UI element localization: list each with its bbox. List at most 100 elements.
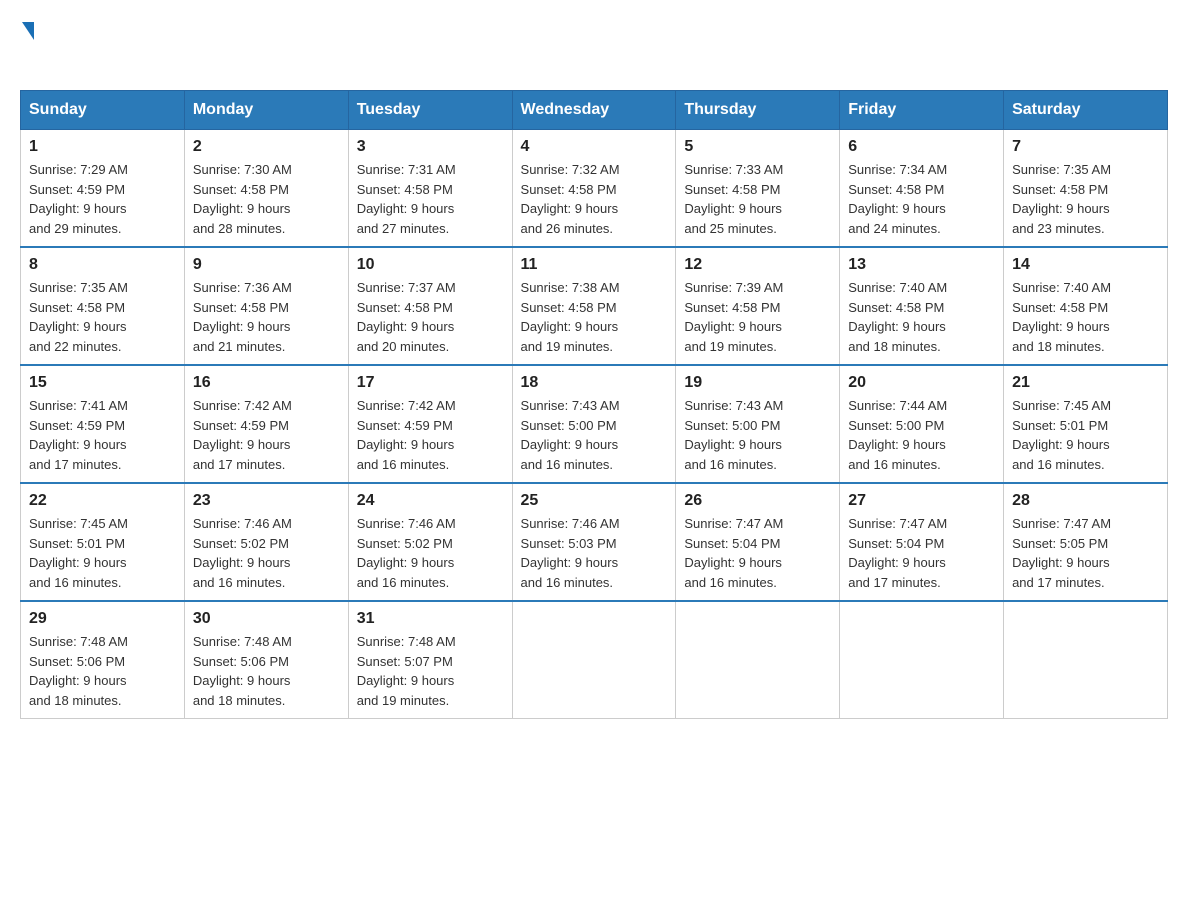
col-monday: Monday xyxy=(184,91,348,130)
calendar-week-row: 1 Sunrise: 7:29 AM Sunset: 4:59 PM Dayli… xyxy=(21,130,1168,248)
day-number: 31 xyxy=(357,610,504,628)
table-row: 4 Sunrise: 7:32 AM Sunset: 4:58 PM Dayli… xyxy=(512,130,676,248)
table-row: 12 Sunrise: 7:39 AM Sunset: 4:58 PM Dayl… xyxy=(676,247,840,365)
table-row: 20 Sunrise: 7:44 AM Sunset: 5:00 PM Dayl… xyxy=(840,365,1004,483)
col-saturday: Saturday xyxy=(1004,91,1168,130)
table-row: 6 Sunrise: 7:34 AM Sunset: 4:58 PM Dayli… xyxy=(840,130,1004,248)
col-sunday: Sunday xyxy=(21,91,185,130)
day-number: 22 xyxy=(29,492,176,510)
table-row: 29 Sunrise: 7:48 AM Sunset: 5:06 PM Dayl… xyxy=(21,601,185,719)
table-row: 26 Sunrise: 7:47 AM Sunset: 5:04 PM Dayl… xyxy=(676,483,840,601)
table-row: 8 Sunrise: 7:35 AM Sunset: 4:58 PM Dayli… xyxy=(21,247,185,365)
day-info: Sunrise: 7:35 AM Sunset: 4:58 PM Dayligh… xyxy=(1012,160,1159,238)
day-number: 24 xyxy=(357,492,504,510)
day-info: Sunrise: 7:45 AM Sunset: 5:01 PM Dayligh… xyxy=(29,514,176,592)
day-number: 29 xyxy=(29,610,176,628)
table-row: 13 Sunrise: 7:40 AM Sunset: 4:58 PM Dayl… xyxy=(840,247,1004,365)
day-info: Sunrise: 7:37 AM Sunset: 4:58 PM Dayligh… xyxy=(357,278,504,356)
calendar-week-row: 29 Sunrise: 7:48 AM Sunset: 5:06 PM Dayl… xyxy=(21,601,1168,719)
day-number: 2 xyxy=(193,138,340,156)
day-number: 5 xyxy=(684,138,831,156)
logo xyxy=(20,20,36,70)
day-number: 16 xyxy=(193,374,340,392)
day-number: 7 xyxy=(1012,138,1159,156)
day-number: 21 xyxy=(1012,374,1159,392)
day-number: 13 xyxy=(848,256,995,274)
table-row xyxy=(512,601,676,719)
table-row: 7 Sunrise: 7:35 AM Sunset: 4:58 PM Dayli… xyxy=(1004,130,1168,248)
day-info: Sunrise: 7:46 AM Sunset: 5:02 PM Dayligh… xyxy=(357,514,504,592)
day-info: Sunrise: 7:40 AM Sunset: 4:58 PM Dayligh… xyxy=(1012,278,1159,356)
table-row: 25 Sunrise: 7:46 AM Sunset: 5:03 PM Dayl… xyxy=(512,483,676,601)
table-row: 21 Sunrise: 7:45 AM Sunset: 5:01 PM Dayl… xyxy=(1004,365,1168,483)
logo-arrow-icon xyxy=(22,22,34,40)
table-row: 9 Sunrise: 7:36 AM Sunset: 4:58 PM Dayli… xyxy=(184,247,348,365)
day-number: 4 xyxy=(521,138,668,156)
calendar-week-row: 22 Sunrise: 7:45 AM Sunset: 5:01 PM Dayl… xyxy=(21,483,1168,601)
day-number: 30 xyxy=(193,610,340,628)
table-row: 3 Sunrise: 7:31 AM Sunset: 4:58 PM Dayli… xyxy=(348,130,512,248)
day-info: Sunrise: 7:36 AM Sunset: 4:58 PM Dayligh… xyxy=(193,278,340,356)
table-row: 5 Sunrise: 7:33 AM Sunset: 4:58 PM Dayli… xyxy=(676,130,840,248)
day-info: Sunrise: 7:29 AM Sunset: 4:59 PM Dayligh… xyxy=(29,160,176,238)
day-number: 11 xyxy=(521,256,668,274)
day-info: Sunrise: 7:45 AM Sunset: 5:01 PM Dayligh… xyxy=(1012,396,1159,474)
day-info: Sunrise: 7:46 AM Sunset: 5:02 PM Dayligh… xyxy=(193,514,340,592)
day-number: 8 xyxy=(29,256,176,274)
day-number: 6 xyxy=(848,138,995,156)
table-row: 14 Sunrise: 7:40 AM Sunset: 4:58 PM Dayl… xyxy=(1004,247,1168,365)
day-info: Sunrise: 7:47 AM Sunset: 5:04 PM Dayligh… xyxy=(848,514,995,592)
day-info: Sunrise: 7:41 AM Sunset: 4:59 PM Dayligh… xyxy=(29,396,176,474)
table-row: 23 Sunrise: 7:46 AM Sunset: 5:02 PM Dayl… xyxy=(184,483,348,601)
day-number: 12 xyxy=(684,256,831,274)
table-row: 30 Sunrise: 7:48 AM Sunset: 5:06 PM Dayl… xyxy=(184,601,348,719)
table-row xyxy=(840,601,1004,719)
day-info: Sunrise: 7:42 AM Sunset: 4:59 PM Dayligh… xyxy=(357,396,504,474)
col-friday: Friday xyxy=(840,91,1004,130)
col-thursday: Thursday xyxy=(676,91,840,130)
day-info: Sunrise: 7:48 AM Sunset: 5:07 PM Dayligh… xyxy=(357,632,504,710)
table-row: 22 Sunrise: 7:45 AM Sunset: 5:01 PM Dayl… xyxy=(21,483,185,601)
day-info: Sunrise: 7:34 AM Sunset: 4:58 PM Dayligh… xyxy=(848,160,995,238)
table-row xyxy=(1004,601,1168,719)
day-number: 23 xyxy=(193,492,340,510)
table-row: 10 Sunrise: 7:37 AM Sunset: 4:58 PM Dayl… xyxy=(348,247,512,365)
day-number: 27 xyxy=(848,492,995,510)
table-row: 15 Sunrise: 7:41 AM Sunset: 4:59 PM Dayl… xyxy=(21,365,185,483)
day-number: 9 xyxy=(193,256,340,274)
day-number: 3 xyxy=(357,138,504,156)
table-row: 28 Sunrise: 7:47 AM Sunset: 5:05 PM Dayl… xyxy=(1004,483,1168,601)
table-row: 2 Sunrise: 7:30 AM Sunset: 4:58 PM Dayli… xyxy=(184,130,348,248)
day-info: Sunrise: 7:43 AM Sunset: 5:00 PM Dayligh… xyxy=(684,396,831,474)
day-info: Sunrise: 7:30 AM Sunset: 4:58 PM Dayligh… xyxy=(193,160,340,238)
day-info: Sunrise: 7:38 AM Sunset: 4:58 PM Dayligh… xyxy=(521,278,668,356)
col-tuesday: Tuesday xyxy=(348,91,512,130)
calendar-header-row: Sunday Monday Tuesday Wednesday Thursday… xyxy=(21,91,1168,130)
day-info: Sunrise: 7:48 AM Sunset: 5:06 PM Dayligh… xyxy=(193,632,340,710)
day-info: Sunrise: 7:47 AM Sunset: 5:05 PM Dayligh… xyxy=(1012,514,1159,592)
table-row: 11 Sunrise: 7:38 AM Sunset: 4:58 PM Dayl… xyxy=(512,247,676,365)
calendar-table: Sunday Monday Tuesday Wednesday Thursday… xyxy=(20,90,1168,719)
day-info: Sunrise: 7:43 AM Sunset: 5:00 PM Dayligh… xyxy=(521,396,668,474)
day-info: Sunrise: 7:47 AM Sunset: 5:04 PM Dayligh… xyxy=(684,514,831,592)
day-number: 14 xyxy=(1012,256,1159,274)
day-number: 1 xyxy=(29,138,176,156)
day-info: Sunrise: 7:35 AM Sunset: 4:58 PM Dayligh… xyxy=(29,278,176,356)
day-number: 20 xyxy=(848,374,995,392)
day-info: Sunrise: 7:40 AM Sunset: 4:58 PM Dayligh… xyxy=(848,278,995,356)
table-row: 19 Sunrise: 7:43 AM Sunset: 5:00 PM Dayl… xyxy=(676,365,840,483)
day-number: 28 xyxy=(1012,492,1159,510)
day-number: 15 xyxy=(29,374,176,392)
day-info: Sunrise: 7:44 AM Sunset: 5:00 PM Dayligh… xyxy=(848,396,995,474)
day-info: Sunrise: 7:42 AM Sunset: 4:59 PM Dayligh… xyxy=(193,396,340,474)
day-number: 10 xyxy=(357,256,504,274)
day-number: 17 xyxy=(357,374,504,392)
day-info: Sunrise: 7:32 AM Sunset: 4:58 PM Dayligh… xyxy=(521,160,668,238)
calendar-week-row: 8 Sunrise: 7:35 AM Sunset: 4:58 PM Dayli… xyxy=(21,247,1168,365)
day-number: 19 xyxy=(684,374,831,392)
day-info: Sunrise: 7:33 AM Sunset: 4:58 PM Dayligh… xyxy=(684,160,831,238)
table-row: 16 Sunrise: 7:42 AM Sunset: 4:59 PM Dayl… xyxy=(184,365,348,483)
table-row: 1 Sunrise: 7:29 AM Sunset: 4:59 PM Dayli… xyxy=(21,130,185,248)
table-row: 31 Sunrise: 7:48 AM Sunset: 5:07 PM Dayl… xyxy=(348,601,512,719)
calendar-week-row: 15 Sunrise: 7:41 AM Sunset: 4:59 PM Dayl… xyxy=(21,365,1168,483)
